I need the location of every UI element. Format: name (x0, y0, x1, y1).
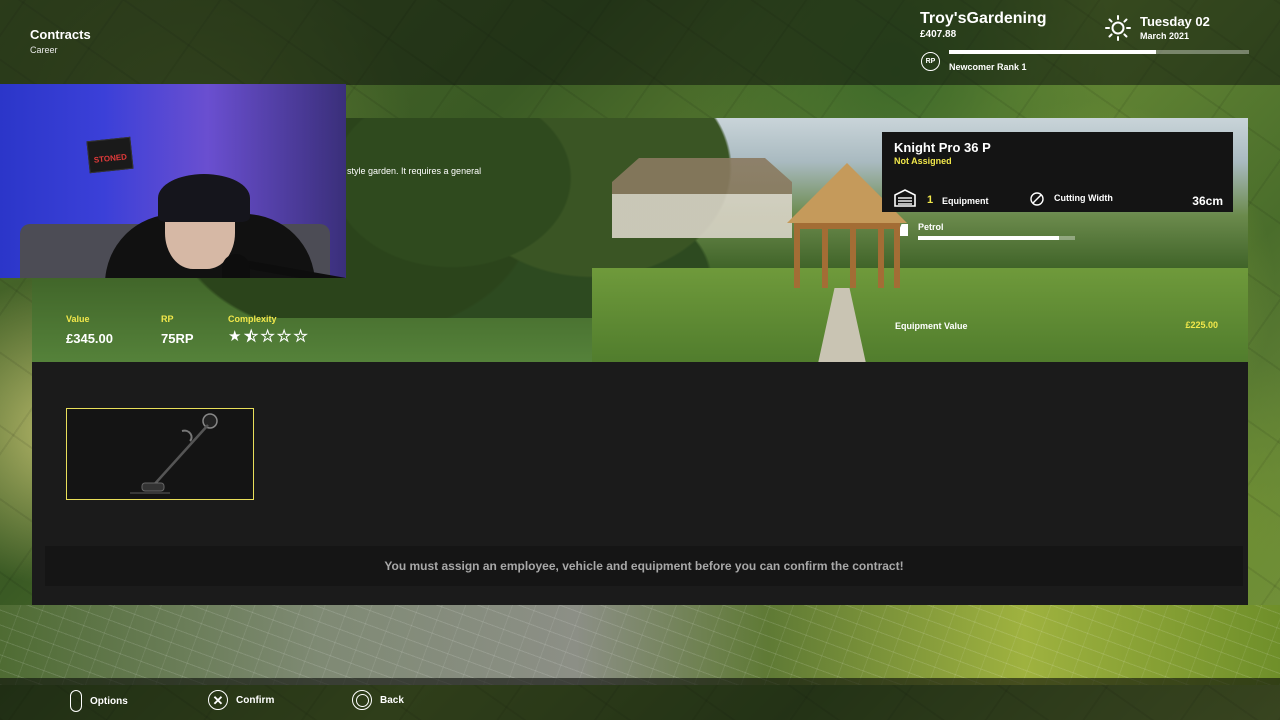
options-label: Options (90, 695, 128, 707)
confirm-button[interactable]: ✕ Confirm (208, 690, 274, 710)
star-half-icon: ★ (244, 328, 258, 345)
back-button[interactable]: Back (352, 690, 404, 710)
cutting-width-label: Cutting Width (1054, 193, 1113, 203)
rank-progress-bar (949, 50, 1249, 54)
star-empty-icon: ★ (293, 328, 308, 345)
contract-description: style garden. It requires a general (347, 166, 482, 176)
circle-button-icon (352, 690, 372, 710)
equipment-value: £225.00 (1185, 320, 1218, 330)
contract-value: £345.00 (66, 331, 113, 346)
fuel-label: Petrol (918, 222, 944, 232)
fuel-level-bar (918, 236, 1075, 240)
controller-hints-bar: Options ✕ Confirm Back (0, 678, 1280, 720)
sun-icon (1105, 15, 1131, 41)
value-label: Value (66, 314, 90, 324)
equipment-name: Knight Pro 36 P (894, 140, 991, 155)
cutting-width-value: 36cm (1192, 194, 1223, 208)
equipment-count: 1 (927, 194, 934, 206)
cutting-width-icon (1030, 192, 1044, 206)
farm-name: Troy'sGardening (920, 10, 1047, 27)
contract-rp: 75RP (161, 331, 194, 346)
complexity-label: Complexity (228, 314, 277, 324)
confirm-label: Confirm (236, 694, 275, 706)
equipment-slot[interactable] (66, 408, 254, 500)
money-balance: £407.88 (920, 29, 957, 40)
rank-label: Newcomer Rank 1 (949, 62, 1027, 72)
equipment-count-label: Equipment (942, 196, 989, 206)
page-title: Contracts (30, 27, 91, 42)
page-subtitle: Career (30, 45, 58, 55)
webcam-overlay: STONED (0, 84, 346, 278)
fuel-can-icon (900, 224, 908, 236)
back-label: Back (380, 694, 404, 706)
rp-label: RP (161, 314, 174, 324)
date-month: March 2021 (1140, 31, 1190, 41)
warning-message: You must assign an employee, vehicle and… (45, 546, 1243, 586)
garage-icon (894, 189, 916, 207)
equipment-info-panel: Knight Pro 36 P Not Assigned 1 Equipment… (882, 132, 1233, 212)
map-background (0, 605, 1280, 685)
fuel-row: Petrol (882, 218, 1248, 248)
wall-sign: STONED (86, 136, 134, 174)
complexity-stars: ★ ★ ★ ★ ★ (228, 328, 308, 345)
strimmer-icon (130, 413, 218, 494)
star-empty-icon: ★ (277, 328, 291, 345)
options-button[interactable]: Options (70, 690, 128, 712)
star-empty-icon: ★ (260, 328, 275, 345)
date-day: Tuesday 02 (1140, 14, 1210, 29)
equipment-value-label: Equipment Value (895, 321, 968, 331)
rp-badge-icon: RP (921, 52, 940, 71)
star-full-icon: ★ (228, 328, 242, 345)
options-icon (70, 690, 82, 712)
cross-button-icon: ✕ (208, 690, 228, 710)
top-bar: Contracts Career Troy'sGardening £407.88… (0, 0, 1280, 85)
equipment-status: Not Assigned (894, 156, 952, 166)
